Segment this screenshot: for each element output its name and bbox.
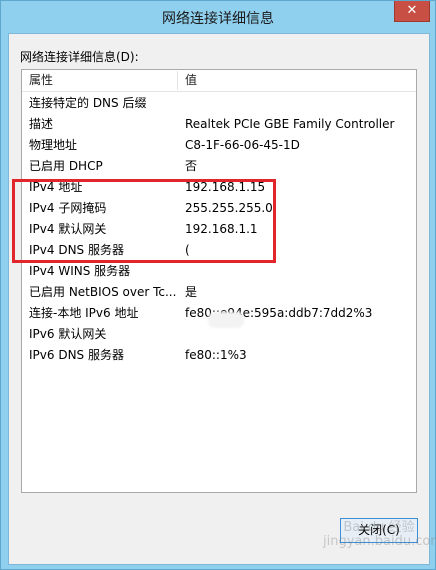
details-window: 网络连接详细信息 ✕ 网络连接详细信息(D): 属性 值 连接特定的 DNS 后…: [0, 0, 436, 570]
property-cell: IPv4 DNS 服务器: [29, 243, 124, 257]
property-cell: IPv4 地址: [29, 180, 83, 194]
property-cell: 连接特定的 DNS 后缀: [29, 96, 147, 110]
property-cell: 已启用 DHCP: [29, 159, 103, 173]
table-row[interactable]: IPv4 子网掩码 255.255.255.0: [22, 198, 416, 219]
table-row[interactable]: 已启用 DHCP 否: [22, 156, 416, 177]
value-cell: 192.168.1.1: [185, 222, 258, 236]
value-cell: C8-1F-66-06-45-1D: [185, 138, 300, 152]
close-icon[interactable]: ✕: [394, 1, 430, 22]
details-listview[interactable]: 属性 值 连接特定的 DNS 后缀 描述 Realtek PCIe GBE Fa…: [21, 69, 417, 493]
property-cell: 已启用 NetBIOS over Tc...: [29, 285, 177, 299]
details-label: 网络连接详细信息(D):: [20, 50, 139, 64]
redaction-blur: [208, 312, 244, 328]
close-button[interactable]: 关闭(C): [340, 518, 418, 543]
table-row[interactable]: 描述 Realtek PCIe GBE Family Controller: [22, 114, 416, 135]
table-row[interactable]: 已启用 NetBIOS over Tc... 是: [22, 282, 416, 303]
column-divider[interactable]: [177, 71, 178, 90]
value-cell: (: [185, 243, 190, 257]
value-cell: Realtek PCIe GBE Family Controller: [185, 117, 395, 131]
value-cell: 否: [185, 159, 198, 173]
property-cell: IPv6 默认网关: [29, 327, 107, 341]
value-cell: [185, 261, 413, 282]
value-cell: fe80::1%3: [185, 348, 247, 362]
value-cell: 192.168.1.15: [185, 180, 266, 194]
table-row[interactable]: IPv4 DNS 服务器 (: [22, 240, 416, 261]
table-row[interactable]: IPv4 WINS 服务器: [22, 261, 416, 282]
value-cell: 是: [185, 285, 198, 299]
value-cell: [185, 93, 413, 114]
dialog-body: 网络连接详细信息(D): 属性 值 连接特定的 DNS 后缀 描述 Realte…: [8, 33, 430, 565]
table-row[interactable]: IPv4 地址 192.168.1.15: [22, 177, 416, 198]
table-row[interactable]: IPv4 默认网关 192.168.1.1: [22, 219, 416, 240]
list-header: 属性 值: [22, 70, 416, 92]
property-cell: 描述: [29, 117, 54, 131]
table-row[interactable]: 物理地址 C8-1F-66-06-45-1D: [22, 135, 416, 156]
property-cell: 物理地址: [29, 138, 78, 152]
property-cell: IPv4 WINS 服务器: [29, 264, 131, 278]
property-cell: 连接-本地 IPv6 地址: [29, 306, 139, 320]
column-header-property[interactable]: 属性: [29, 70, 53, 91]
window-title: 网络连接详细信息: [162, 11, 274, 27]
property-cell: IPv6 DNS 服务器: [29, 348, 124, 362]
table-row[interactable]: 连接特定的 DNS 后缀: [22, 93, 416, 114]
column-header-value[interactable]: 值: [185, 70, 197, 91]
table-row[interactable]: IPv6 DNS 服务器 fe80::1%3: [22, 345, 416, 366]
property-cell: IPv4 子网掩码: [29, 201, 107, 215]
property-cell: IPv4 默认网关: [29, 222, 107, 236]
value-cell: 255.255.255.0: [185, 201, 273, 215]
title-bar[interactable]: 网络连接详细信息 ✕: [1, 1, 435, 33]
